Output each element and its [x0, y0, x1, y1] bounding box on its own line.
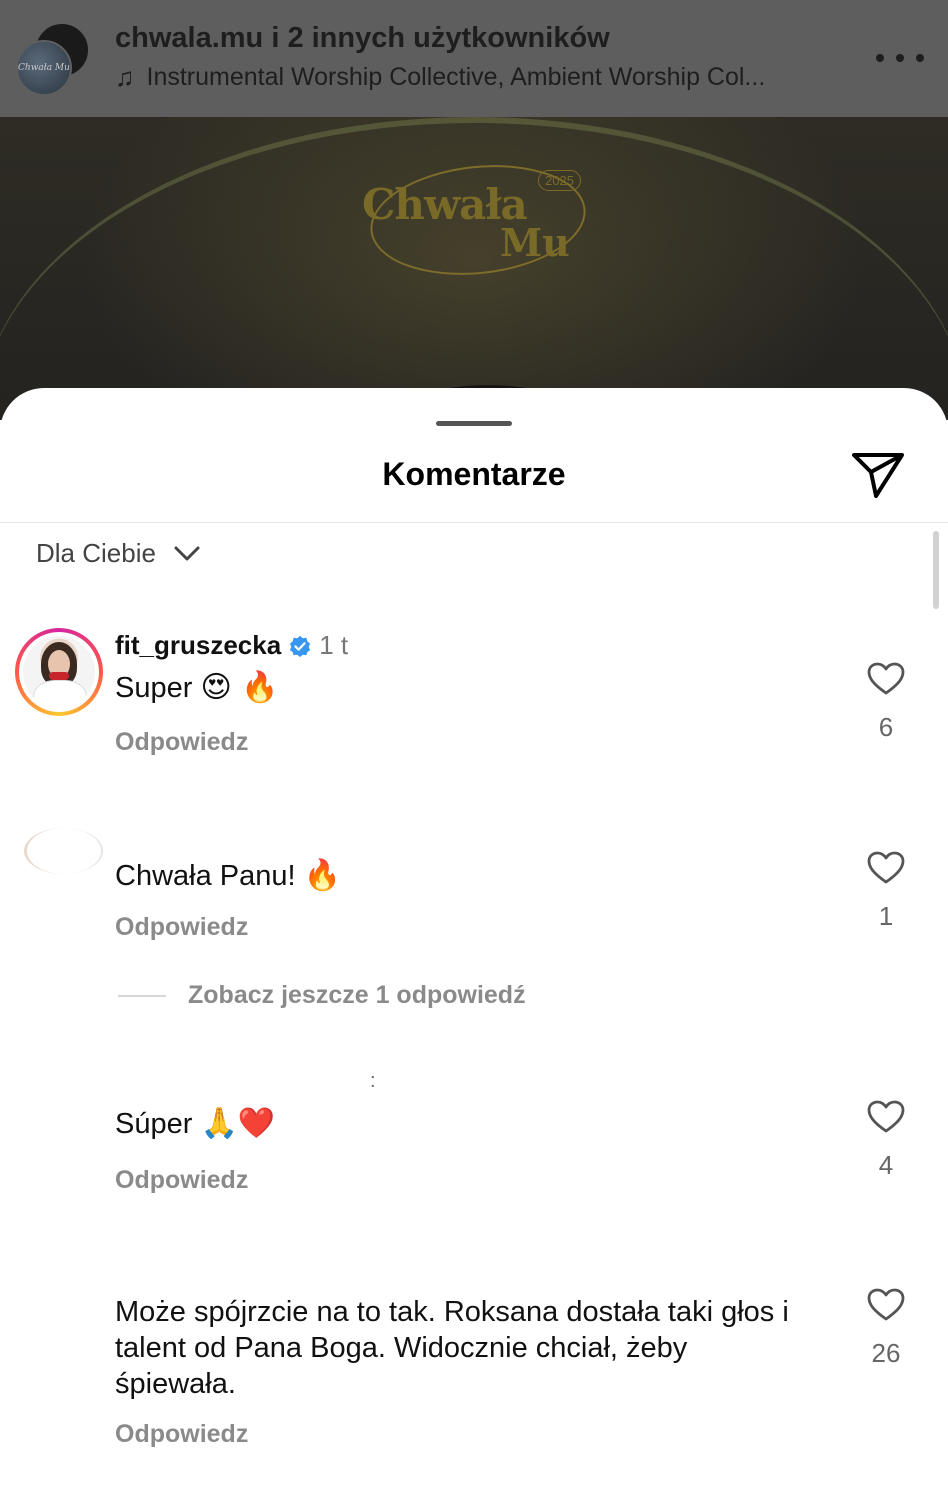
comment-text-body: Super [115, 672, 193, 704]
like-count: 1 [878, 901, 894, 931]
comment-text: Chwała Panu! 🔥 [115, 858, 341, 894]
like-button[interactable]: 6 [862, 662, 910, 743]
view-more-replies-label: Zobacz jeszcze 1 odpowiedź [188, 981, 526, 1009]
comment-username[interactable]: fit_gruszecka [115, 630, 281, 661]
verified-badge-icon [290, 635, 311, 657]
reply-button[interactable]: Odpowiedz [115, 1166, 248, 1195]
more-options-button[interactable] [876, 40, 924, 76]
redacted-mark: : [370, 1070, 376, 1092]
artwork-subtitle: Mu [500, 220, 570, 265]
like-count: 6 [878, 712, 894, 742]
thread-line [118, 994, 166, 997]
comment-filter-dropdown[interactable]: Dla Ciebie [36, 538, 200, 569]
reply-button[interactable]: Odpowiedz [115, 728, 248, 757]
post-header: Chwała Mu chwala.mu i 2 innych użytkowni… [0, 0, 948, 117]
chevron-down-icon [174, 546, 200, 560]
audio-track[interactable]: ♫ Instrumental Worship Collective, Ambie… [115, 62, 765, 93]
sheet-grabber-handle[interactable] [436, 421, 512, 426]
like-count: 26 [871, 1338, 901, 1368]
like-button[interactable]: 1 [862, 851, 910, 932]
avatar[interactable] [24, 828, 103, 874]
music-note-icon: ♫ [115, 62, 135, 92]
view-more-replies-button[interactable]: Zobacz jeszcze 1 odpowiedź [118, 981, 526, 1010]
artwork-year: 2025 [538, 170, 581, 191]
heart-icon [867, 1288, 905, 1321]
heart-icon [867, 1100, 905, 1133]
collab-avatars[interactable]: Chwała Mu [16, 22, 90, 96]
avatar: Chwała Mu [16, 40, 72, 96]
scrollbar[interactable] [933, 531, 939, 609]
dot [876, 54, 884, 62]
comment-text: Super 😍 🔥 [115, 670, 279, 706]
heart-icon [867, 662, 905, 695]
like-count: 4 [878, 1150, 894, 1180]
avatar[interactable] [15, 628, 103, 716]
post-background: Chwała Mu 2025 Chwała Mu chwala.mu i 2 i… [0, 0, 948, 420]
sheet-title: Komentarze [382, 456, 566, 492]
like-button[interactable]: 26 [862, 1288, 910, 1369]
comment-emojis: 🙏❤️ [200, 1106, 276, 1141]
filter-label: Dla Ciebie [36, 538, 156, 568]
comment-text: Może spójrzcie na to tak. Roksana dostał… [115, 1296, 789, 1400]
dot [896, 54, 904, 62]
post-authors[interactable]: chwala.mu i 2 innych użytkowników [115, 22, 610, 55]
like-button[interactable]: 4 [862, 1100, 910, 1181]
reply-button[interactable]: Odpowiedz [115, 1420, 248, 1449]
avatar-photo [23, 636, 95, 708]
reply-button[interactable]: Odpowiedz [115, 913, 248, 942]
comment-text: Súper 🙏❤️ [115, 1106, 275, 1142]
audio-track-label: Instrumental Worship Collective, Ambient… [146, 63, 766, 91]
comment-emojis: 😍 🔥 [200, 670, 279, 705]
comments-sheet: Komentarze Dla Ciebie fit_gruszecka 1 t … [0, 388, 948, 1488]
comment-time: 1 t [319, 630, 349, 660]
divider [0, 522, 948, 523]
comment-meta: fit_gruszecka 1 t [115, 630, 348, 661]
dot [916, 54, 924, 62]
heart-icon [867, 851, 905, 884]
comment-emojis: 🔥 [303, 858, 341, 893]
comment-text-body: Chwała Panu! [115, 860, 296, 892]
comment-text-body: Súper [115, 1108, 193, 1140]
send-icon[interactable] [850, 450, 906, 500]
